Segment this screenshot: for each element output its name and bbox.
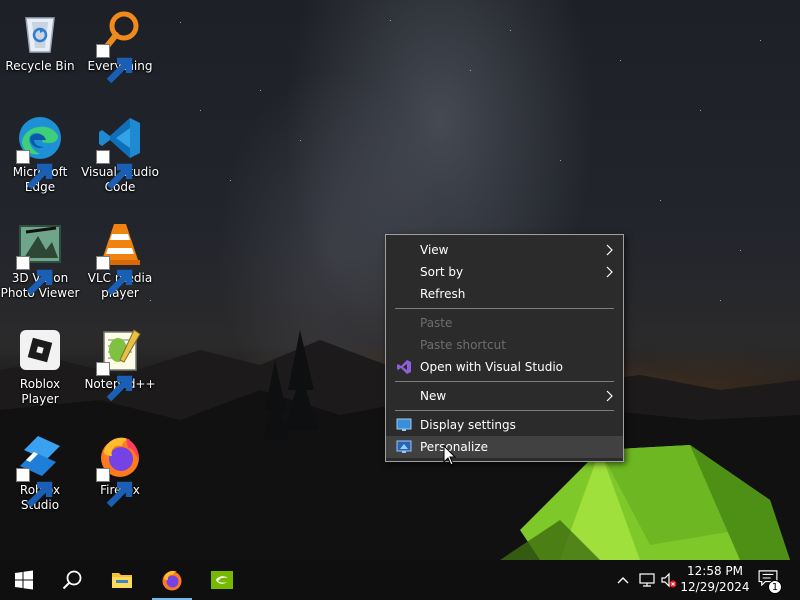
- notification-center-button[interactable]: 1: [756, 570, 784, 594]
- desktop-icon-roblox-player[interactable]: Roblox Player: [0, 322, 80, 422]
- nvidia-icon: [211, 571, 233, 589]
- menu-item-label: Refresh: [420, 287, 466, 301]
- display-settings-icon: [396, 418, 412, 431]
- menu-item-refresh[interactable]: Refresh: [386, 283, 623, 305]
- notification-count-badge: 1: [768, 580, 782, 594]
- desktop-context-menu: View Sort by Refresh Paste Paste shortcu…: [385, 234, 624, 462]
- taskbar-clock[interactable]: 12:58 PM 12/29/2024: [676, 563, 754, 597]
- menu-item-display-settings[interactable]: Display settings: [386, 414, 623, 436]
- search-icon: [62, 570, 82, 590]
- desktop-icon-microsoft-edge[interactable]: Microsoft Edge: [0, 110, 80, 210]
- windows-logo-icon: [15, 570, 33, 590]
- menu-item-label: View: [420, 243, 449, 257]
- desktop-icon-roblox-studio[interactable]: Roblox Studio: [0, 428, 80, 528]
- menu-item-view[interactable]: View: [386, 239, 623, 261]
- menu-item-label: Display settings: [420, 418, 516, 432]
- mouse-cursor-icon: [443, 445, 457, 466]
- desktop-icon-label: Recycle Bin: [5, 59, 75, 73]
- desktop-icon-everything[interactable]: Everything: [80, 4, 160, 104]
- shortcut-arrow-icon: [96, 468, 133, 508]
- shortcut-arrow-icon: [96, 150, 133, 190]
- menu-item-paste: Paste: [386, 312, 623, 334]
- network-icon[interactable]: [639, 572, 655, 588]
- desktop-icon-3d-vision-photo-viewer[interactable]: 3D Vision Photo Viewer: [0, 216, 80, 316]
- firefox-icon: [162, 570, 182, 591]
- menu-separator: [395, 308, 614, 309]
- desktop-icon-recycle-bin[interactable]: Recycle Bin: [0, 4, 80, 104]
- nvidia-button[interactable]: [198, 560, 246, 600]
- desktop-icon-vlc-media-player[interactable]: VLC media player: [80, 216, 160, 316]
- personalize-icon: [396, 440, 412, 453]
- search-button[interactable]: [48, 560, 96, 600]
- menu-item-new[interactable]: New: [386, 385, 623, 407]
- menu-item-open-with-visual-studio[interactable]: Open with Visual Studio: [386, 356, 623, 378]
- shortcut-arrow-icon: [96, 256, 133, 296]
- desktop-icon-label: Roblox Player: [19, 377, 61, 406]
- shortcut-arrow-icon: [96, 362, 133, 402]
- menu-item-paste-shortcut: Paste shortcut: [386, 334, 623, 356]
- recycle-bin-icon: [25, 17, 55, 53]
- menu-separator: [395, 410, 614, 411]
- start-button[interactable]: [0, 560, 48, 600]
- shortcut-arrow-icon: [96, 44, 133, 84]
- clock-time: 12:58 PM: [687, 564, 743, 578]
- chevron-right-icon: [606, 390, 613, 402]
- menu-item-label: New: [420, 389, 447, 403]
- shortcut-arrow-icon: [16, 150, 53, 190]
- menu-item-label: Paste: [420, 316, 453, 330]
- menu-separator: [395, 381, 614, 382]
- chevron-up-icon[interactable]: [615, 572, 631, 588]
- shortcut-arrow-icon: [16, 256, 53, 296]
- menu-item-label: Open with Visual Studio: [420, 360, 563, 374]
- shortcut-arrow-icon: [16, 468, 53, 508]
- roblox-player-icon: [20, 330, 60, 370]
- menu-item-personalize[interactable]: Personalize: [386, 436, 623, 458]
- volume-muted-icon[interactable]: [661, 572, 677, 588]
- folder-icon: [112, 573, 132, 588]
- menu-item-sort-by[interactable]: Sort by: [386, 261, 623, 283]
- menu-item-label: Paste shortcut: [420, 338, 506, 352]
- clock-date: 12/29/2024: [680, 580, 750, 594]
- menu-item-label: Sort by: [420, 265, 464, 279]
- firefox-taskbar-button[interactable]: [148, 560, 196, 600]
- chevron-right-icon: [606, 266, 613, 278]
- taskbar: 12:58 PM 12/29/2024 1: [0, 560, 800, 600]
- file-explorer-button[interactable]: [98, 560, 146, 600]
- desktop-icon-notepad-plus-plus[interactable]: Notepad++: [80, 322, 160, 422]
- desktop-icon-visual-studio-code[interactable]: Visual Studio Code: [80, 110, 160, 210]
- chevron-right-icon: [606, 244, 613, 256]
- desktop-icon-firefox[interactable]: Firefox: [80, 428, 160, 528]
- visual-studio-icon: [397, 360, 411, 374]
